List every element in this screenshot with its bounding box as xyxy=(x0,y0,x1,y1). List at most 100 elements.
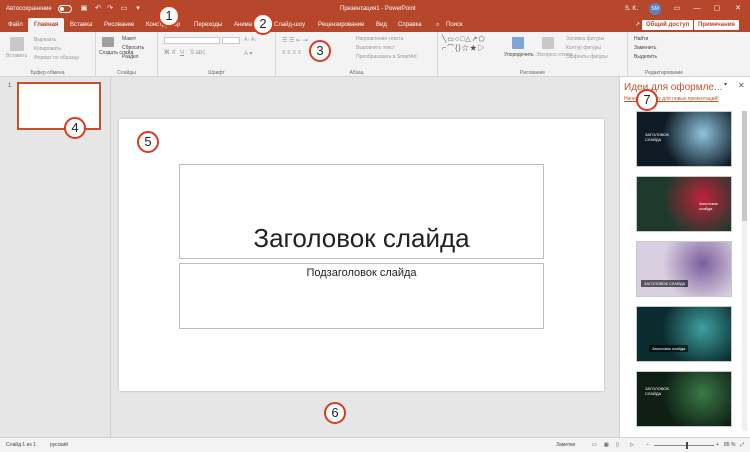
editing-group-label: Редактирование xyxy=(644,70,684,76)
replace-button[interactable]: Заменить xyxy=(634,45,656,51)
strikethrough-icon[interactable]: S abc xyxy=(190,50,205,56)
autosave-toggle[interactable] xyxy=(58,5,72,13)
language-indicator[interactable]: русский xyxy=(50,438,68,452)
tab-draw[interactable]: Рисование xyxy=(104,18,134,32)
close-pane-icon[interactable]: ✕ xyxy=(738,81,745,90)
zoom-out-icon[interactable]: − xyxy=(646,438,649,452)
normal-view-icon[interactable]: ▭ xyxy=(592,438,597,452)
design-idea-thumbnail[interactable]: ЗАГОЛОВОК СЛАЙДА xyxy=(636,241,732,297)
marker-1: 1 xyxy=(158,5,180,27)
customize-qat-icon[interactable]: ▾ xyxy=(134,5,142,13)
font-color-icon[interactable]: A ▾ xyxy=(244,50,252,57)
slide-sorter-icon[interactable]: ▦ xyxy=(604,438,609,452)
cut-button[interactable]: Вырезать xyxy=(34,37,56,43)
save-icon[interactable]: ▣ xyxy=(80,5,88,13)
search-icon[interactable]: ⌕ xyxy=(436,18,439,32)
pane-scrollbar[interactable] xyxy=(742,111,747,431)
design-idea-thumbnail[interactable]: Заголовок слайда xyxy=(636,176,732,232)
tab-file[interactable]: Файл xyxy=(8,18,23,32)
grow-font-icon[interactable]: A↑ A↓ xyxy=(244,37,257,43)
font-group: A↑ A↓ Ж К Ч S abc A ▾ Шрифт xyxy=(158,32,276,77)
document-title: Презентация1 - PowerPoint xyxy=(340,6,416,12)
layout-button[interactable]: Макет xyxy=(122,36,136,42)
font-size-select[interactable] xyxy=(222,37,240,44)
convert-smartart-button[interactable]: Преобразовать в SmartArt xyxy=(356,54,417,60)
paste-button[interactable]: Вставить xyxy=(6,53,27,59)
slideshow-icon[interactable]: ▭ xyxy=(120,5,128,13)
align-text-button[interactable]: Выровнять текст xyxy=(356,45,395,51)
quick-styles-icon[interactable] xyxy=(542,37,554,49)
slide-editor: Заголовок слайда Подзаголовок слайда xyxy=(111,77,619,437)
title-placeholder[interactable]: Заголовок слайда xyxy=(179,164,544,259)
paste-icon[interactable] xyxy=(10,37,24,51)
fit-slide-icon[interactable]: ⤢ xyxy=(740,438,744,452)
notes-button[interactable]: Заметки xyxy=(556,438,575,452)
format-painter-button[interactable]: Формат по образцу xyxy=(34,55,79,61)
find-button[interactable]: Найти xyxy=(634,36,648,42)
shape-outline-button[interactable]: Контур фигуры xyxy=(566,45,601,51)
design-idea-thumbnail[interactable]: ЗАГОЛОВОК СЛАЙДА xyxy=(636,371,732,427)
status-bar: Слайд 1 из 1 русский Заметки ▭ ▦ ▯ ▷ − +… xyxy=(0,437,750,452)
tab-transitions[interactable]: Переходы xyxy=(194,18,222,32)
tab-insert[interactable]: Вставка xyxy=(70,18,92,32)
tab-help[interactable]: Справка xyxy=(398,18,422,32)
title-bar: Автосохранение ▣ ↶ ↷ ▭ ▾ Презентация1 - … xyxy=(0,0,750,18)
design-idea-thumbnail[interactable]: Заголовок слайда xyxy=(636,306,732,362)
design-idea-caption: Заголовок слайда xyxy=(699,201,718,211)
tab-slideshow[interactable]: Слайд-шоу xyxy=(274,18,305,32)
minimize-icon[interactable]: — xyxy=(687,0,707,18)
pane-options-icon[interactable]: ▾ xyxy=(724,81,727,88)
slide-canvas[interactable]: Заголовок слайда Подзаголовок слайда xyxy=(119,119,604,391)
slideshow-view-icon[interactable]: ▷ xyxy=(630,438,634,452)
redo-icon[interactable]: ↷ xyxy=(106,5,114,13)
comments-button[interactable]: Примечания xyxy=(694,20,739,30)
tab-home[interactable]: Главная xyxy=(28,18,65,32)
undo-icon[interactable]: ↶ xyxy=(94,5,102,13)
arrange-button[interactable]: Упорядочить xyxy=(504,52,534,58)
slide-thumbnails-pane: 1 xyxy=(0,77,111,437)
design-ideas-pane: Идеи для оформле... ▾ ✕ Начните работу д… xyxy=(619,77,750,437)
slide-thumbnail[interactable] xyxy=(17,82,101,130)
bold-icon[interactable]: Ж xyxy=(164,50,169,56)
underline-icon[interactable]: Ч xyxy=(180,50,184,56)
new-slide-icon[interactable] xyxy=(102,37,114,47)
design-idea-caption: ЗАГОЛОВОК СЛАЙДА xyxy=(645,132,669,142)
design-idea-thumbnail[interactable]: ЗАГОЛОВОК СЛАЙДА xyxy=(636,111,732,167)
bullets-icon[interactable]: ☰ ☰ ⇤ ⇥ xyxy=(282,37,308,44)
maximize-icon[interactable]: ▢ xyxy=(707,0,727,18)
marker-3: 3 xyxy=(309,40,331,62)
arrange-icon[interactable] xyxy=(512,37,524,49)
tab-review[interactable]: Рецензирование xyxy=(318,18,364,32)
ribbon: Вставить Вырезать Копировать Формат по о… xyxy=(0,32,750,77)
font-name-select[interactable] xyxy=(164,37,220,44)
copy-button[interactable]: Копировать xyxy=(34,46,61,52)
zoom-level[interactable]: 85 % xyxy=(724,438,735,452)
avatar[interactable]: SM xyxy=(649,3,661,15)
ribbon-options-icon[interactable]: ▭ xyxy=(667,0,687,18)
marker-5: 5 xyxy=(137,131,159,153)
subtitle-placeholder[interactable]: Подзаголовок слайда xyxy=(179,263,544,329)
search-box[interactable]: Поиск xyxy=(446,18,463,32)
drawing-group-label: Рисование xyxy=(519,70,546,76)
share-button[interactable]: Общий доступ xyxy=(642,20,694,30)
slides-group: Создать слайд Макет Сбросить Раздел Слай… xyxy=(96,32,158,77)
tab-view[interactable]: Вид xyxy=(376,18,387,32)
close-icon[interactable]: ✕ xyxy=(728,0,748,18)
shapes-gallery[interactable]: ╲▭○□△↗⬠ ⌐⌒{}☆★▷ xyxy=(442,35,486,53)
marker-7: 7 xyxy=(636,89,658,111)
select-button[interactable]: Выделить xyxy=(634,54,657,60)
zoom-in-icon[interactable]: + xyxy=(716,438,719,452)
zoom-slider-thumb[interactable] xyxy=(686,442,688,449)
align-icon[interactable]: ≡ ≡ ≡ ≡ xyxy=(282,50,301,56)
slide-counter: Слайд 1 из 1 xyxy=(6,442,36,448)
zoom-slider[interactable] xyxy=(654,445,714,446)
reset-button[interactable]: Сбросить xyxy=(122,45,144,51)
shape-fill-button[interactable]: Заливка фигуры xyxy=(566,36,604,42)
reading-view-icon[interactable]: ▯ xyxy=(616,438,619,452)
section-button[interactable]: Раздел xyxy=(122,54,139,60)
italic-icon[interactable]: К xyxy=(172,50,176,56)
text-direction-button[interactable]: Направление текста xyxy=(356,36,403,42)
shape-effects-button[interactable]: Эффекты фигуры xyxy=(566,54,608,60)
editing-group: Найти Заменить Выделить Редактирование xyxy=(628,32,700,77)
thumbnail-number: 1 xyxy=(8,83,12,89)
